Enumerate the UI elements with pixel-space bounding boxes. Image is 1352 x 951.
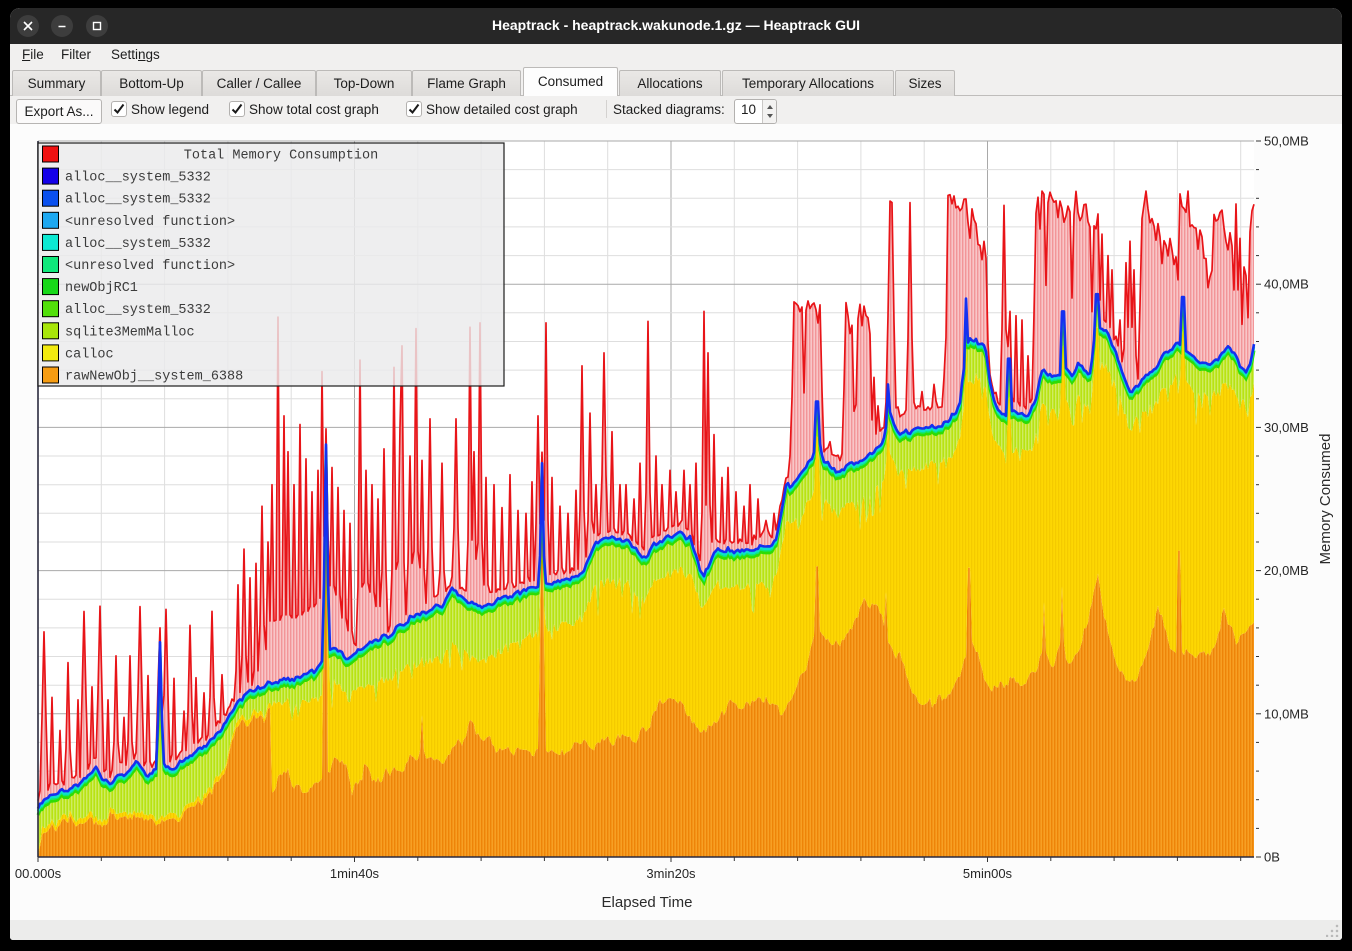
svg-text:Elapsed Time: Elapsed Time (602, 894, 693, 911)
svg-text:10,0MB: 10,0MB (1264, 706, 1309, 721)
svg-text:<unresolved function>: <unresolved function> (65, 259, 235, 274)
svg-text:0B: 0B (1264, 850, 1280, 865)
svg-text:sqlite3MemMalloc: sqlite3MemMalloc (65, 325, 195, 340)
svg-text:alloc__system_5332: alloc__system_5332 (65, 193, 211, 208)
svg-text:alloc__system_5332: alloc__system_5332 (65, 237, 211, 252)
svg-text:20,0MB: 20,0MB (1264, 563, 1309, 578)
svg-text:3min20s: 3min20s (646, 866, 696, 881)
svg-text:Memory Consumed: Memory Consumed (1317, 434, 1334, 565)
svg-text:00.000s: 00.000s (15, 866, 62, 881)
svg-text:alloc__system_5332: alloc__system_5332 (65, 303, 211, 318)
svg-text:calloc: calloc (65, 347, 114, 362)
svg-text:5min00s: 5min00s (963, 866, 1013, 881)
svg-text:30,0MB: 30,0MB (1264, 420, 1309, 435)
svg-text:rawNewObj__system_6388: rawNewObj__system_6388 (65, 370, 243, 385)
svg-text:50,0MB: 50,0MB (1264, 134, 1309, 149)
svg-text:40,0MB: 40,0MB (1264, 277, 1309, 292)
svg-text:1min40s: 1min40s (330, 866, 380, 881)
svg-text:newObjRC1: newObjRC1 (65, 281, 138, 296)
svg-text:<unresolved function>: <unresolved function> (65, 215, 235, 230)
svg-text:Total Memory Consumption: Total Memory Consumption (184, 149, 378, 164)
svg-text:alloc__system_5332: alloc__system_5332 (65, 171, 211, 186)
